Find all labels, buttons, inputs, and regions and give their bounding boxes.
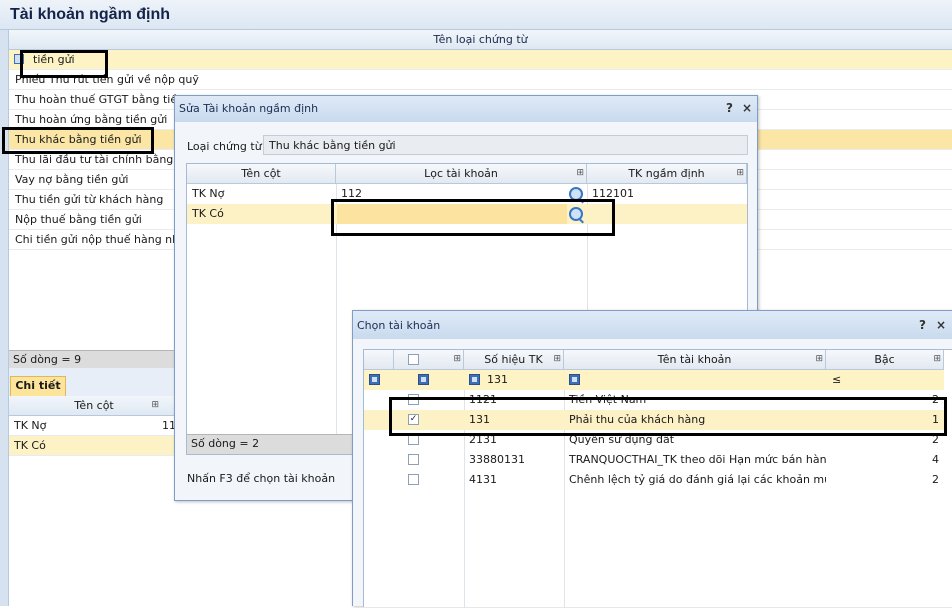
dialog-title: Chọn tài khoản: [357, 319, 441, 332]
filter-condition-icon[interactable]: [469, 374, 480, 385]
close-icon[interactable]: ×: [742, 101, 752, 115]
table-row[interactable]: 33880131 TRANQUOCTHAI_TK theo dõi Hạn mứ…: [364, 450, 944, 470]
filter-checkbox-icon[interactable]: [418, 374, 429, 385]
column-header[interactable]: TK ngầm định ⊞: [587, 164, 747, 184]
filter-condition-icon[interactable]: [569, 374, 580, 385]
help-icon[interactable]: ?: [919, 318, 926, 332]
cell-account-name: TRANQUOCTHAI_TK theo dõi Hạn mức bán hàn…: [569, 453, 826, 466]
cell-level: 2: [932, 473, 939, 486]
pin-icon[interactable]: ⊞: [453, 350, 461, 369]
cell-column-name: TK Nợ: [192, 187, 225, 200]
column-header[interactable]: Bậc ⊞: [826, 350, 944, 370]
annotation-box: [2, 127, 154, 154]
pin-icon[interactable]: ⊞: [933, 350, 941, 369]
annotation-box: [389, 397, 947, 436]
help-icon[interactable]: ?: [726, 101, 733, 115]
page-title: Tài khoản ngầm định: [0, 0, 952, 30]
column-header[interactable]: Tên tài khoản ⊞: [564, 350, 826, 370]
annotation-box: [331, 199, 615, 236]
pin-icon[interactable]: ⊞: [815, 350, 823, 369]
cell-level: 4: [932, 453, 939, 466]
detail-column-header-label: Tên cột: [74, 399, 114, 412]
detail-column-header[interactable]: Tên cột ⊞: [9, 396, 179, 416]
tab-detail[interactable]: Chi tiết: [10, 376, 66, 396]
column-header-doc-type[interactable]: Tên loại chứng từ: [9, 30, 952, 50]
choose-account-dialog: Chọn tài khoản ? × ⊞ Số hiệu TK ⊞ Tên tà…: [352, 310, 952, 608]
table-row[interactable]: 4131 Chênh lệch tỷ giá do đánh giá lại c…: [364, 470, 944, 490]
doc-type-field[interactable]: Thu khác bằng tiền gửi: [263, 135, 748, 155]
cell-account-number: 33880131: [469, 453, 525, 466]
list-item[interactable]: Phiếu Thu rút tiền gửi về nộp quỹ: [9, 70, 952, 90]
annotation-box: [20, 50, 108, 78]
detail-row-name: TK Nợ: [14, 419, 47, 432]
dialog-title: Sửa Tài khoản ngầm định: [179, 102, 319, 115]
filter-row[interactable]: 131 ≤: [364, 370, 944, 390]
column-header-select[interactable]: ⊞: [394, 350, 464, 370]
close-icon[interactable]: ×: [936, 318, 946, 332]
account-grid: ⊞ Số hiệu TK ⊞ Tên tài khoản ⊞ Bậc ⊞ 131…: [363, 349, 952, 608]
checkbox-icon[interactable]: [408, 354, 419, 365]
checkbox-icon[interactable]: [408, 474, 419, 485]
cell-account-name: Chênh lệch tỷ giá do đánh giá lại các kh…: [569, 473, 826, 486]
dialog-title-bar: Sửa Tài khoản ngầm định: [175, 96, 757, 122]
filter-account-input[interactable]: 131: [482, 370, 562, 390]
detail-row-name: TK Có: [14, 439, 46, 452]
column-header[interactable]: Tên cột: [187, 164, 336, 184]
cell-account-number: 4131: [469, 473, 497, 486]
dialog-title-bar: Chọn tài khoản: [353, 311, 952, 339]
column-header[interactable]: Lọc tài khoản ⊞: [336, 164, 587, 184]
hint-text: Nhấn F3 để chọn tài khoản: [187, 472, 336, 485]
cell-column-name: TK Có: [192, 207, 224, 220]
doc-type-label: Loại chứng từ: [187, 140, 262, 153]
pin-icon[interactable]: ⊞: [553, 350, 561, 369]
pin-icon[interactable]: ⊞: [576, 164, 584, 183]
filter-level-operator[interactable]: ≤: [827, 370, 867, 390]
checkbox-icon[interactable]: [408, 454, 419, 465]
detail-row[interactable]: TK Nợ 11: [9, 416, 179, 436]
filter-indicator-icon: [369, 374, 380, 385]
left-panel-edge: [0, 30, 9, 606]
pin-icon[interactable]: ⊞: [736, 164, 744, 183]
pin-icon[interactable]: ⊞: [151, 396, 159, 415]
column-header-indicator: [364, 350, 394, 370]
list-item[interactable]: tiền gửi: [9, 50, 952, 70]
detail-row[interactable]: TK Có: [9, 436, 179, 456]
column-header[interactable]: Số hiệu TK ⊞: [464, 350, 564, 370]
